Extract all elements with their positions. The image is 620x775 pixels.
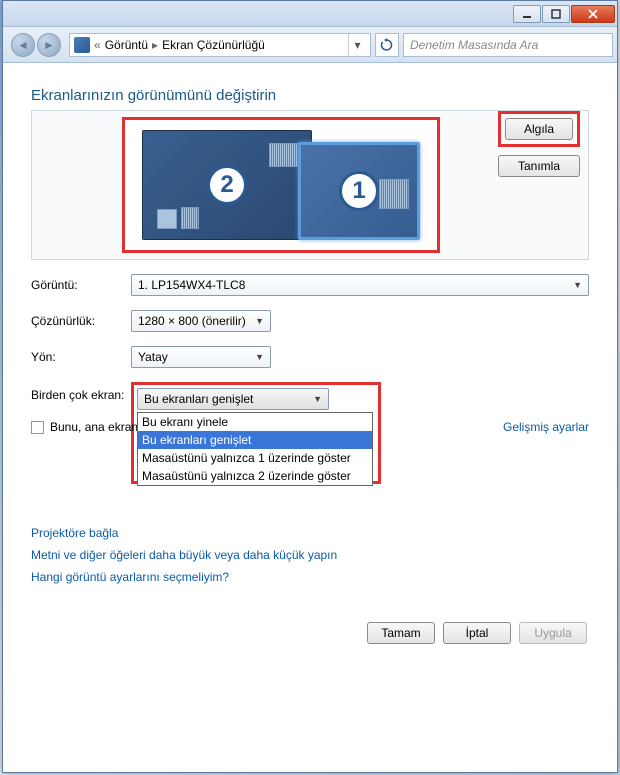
window-thumb-icon [181, 207, 199, 229]
close-button[interactable] [571, 5, 615, 23]
maximize-button[interactable] [542, 5, 570, 23]
label-multiple: Birden çok ekran: [31, 382, 131, 402]
detect-highlight: Algıla [498, 111, 580, 147]
nav-bar: ◄ ► « Görüntü ▸ Ekran Çözünürlüğü ▾ Dene… [3, 27, 617, 63]
monitor-number: 2 [207, 165, 247, 205]
window-thumb-icon [157, 209, 177, 229]
titlebar [3, 1, 617, 27]
window-thumb-icon [269, 143, 299, 167]
chevron-down-icon: ▼ [573, 280, 582, 290]
page-title: Ekranlarınızın görünümünü değiştirin [31, 87, 589, 104]
monitor-arrangement-panel: 2 1 Algıla Tanımla [31, 110, 589, 260]
display-select-value: 1. LP154WX4-TLC8 [138, 278, 245, 292]
primary-display-checkbox[interactable] [31, 421, 44, 434]
identify-button[interactable]: Tanımla [498, 155, 580, 177]
multiple-displays-dropdown: Bu ekranı yinele Bu ekranları genişlet M… [137, 412, 373, 486]
back-button[interactable]: ◄ [11, 33, 35, 57]
breadcrumb-item-display[interactable]: Görüntü [105, 38, 148, 52]
window-thumb-icon [379, 179, 409, 209]
help-links: Projektöre bağla Metni ve diğer öğeleri … [31, 526, 589, 584]
row-display: Görüntü: 1. LP154WX4-TLC8 ▼ [31, 274, 589, 296]
text-size-link[interactable]: Metni ve diğer öğeleri daha büyük veya d… [31, 548, 589, 562]
nav-back-forward: ◄ ► [7, 33, 65, 57]
row-resolution: Çözünürlük: 1280 × 800 (önerilir) ▼ [31, 310, 589, 332]
cancel-button[interactable]: İptal [443, 622, 511, 644]
dropdown-option-extend[interactable]: Bu ekranları genişlet [138, 431, 372, 449]
orientation-select[interactable]: Yatay ▼ [131, 346, 271, 368]
orientation-select-value: Yatay [138, 350, 168, 364]
dialog-actions: Tamam İptal Uygula [31, 622, 589, 644]
dropdown-option-only2[interactable]: Masaüstünü yalnızca 2 üzerinde göster [138, 467, 372, 485]
monitor-1[interactable]: 1 [298, 142, 420, 240]
monitor-2[interactable]: 2 [142, 130, 312, 240]
forward-button[interactable]: ► [37, 33, 61, 57]
breadcrumb-item-resolution[interactable]: Ekran Çözünürlüğü [162, 38, 265, 52]
detect-button[interactable]: Algıla [505, 118, 573, 140]
minimize-button[interactable] [513, 5, 541, 23]
resolution-select-value: 1280 × 800 (önerilir) [138, 314, 246, 328]
label-primary: Bunu, ana ekran [50, 420, 138, 434]
display-select[interactable]: 1. LP154WX4-TLC8 ▼ [131, 274, 589, 296]
refresh-icon [380, 38, 394, 52]
search-placeholder: Denetim Masasında Ara [410, 38, 538, 52]
label-resolution: Çözünürlük: [31, 314, 131, 328]
chevron-down-icon: ▼ [313, 394, 322, 404]
label-orientation: Yön: [31, 350, 131, 364]
breadcrumb-sep: « [94, 38, 101, 52]
window-frame: ◄ ► « Görüntü ▸ Ekran Çözünürlüğü ▾ Dene… [2, 0, 618, 773]
monitor-number: 1 [339, 171, 379, 211]
which-settings-link[interactable]: Hangi görüntü ayarlarını seçmeliyim? [31, 570, 589, 584]
multiple-displays-value: Bu ekranları genişlet [144, 392, 253, 406]
dropdown-option-only1[interactable]: Masaüstünü yalnızca 1 üzerinde göster [138, 449, 372, 467]
search-input[interactable]: Denetim Masasında Ara [403, 33, 613, 57]
monitor-arrangement-highlight: 2 1 [122, 117, 440, 253]
ok-button[interactable]: Tamam [367, 622, 435, 644]
multiple-displays-highlight: Bu ekranları genişlet ▼ Bu ekranı yinele… [131, 382, 381, 484]
dropdown-option-duplicate[interactable]: Bu ekranı yinele [138, 413, 372, 431]
monitor-actions: Algıla Tanımla [498, 111, 580, 177]
refresh-button[interactable] [375, 33, 399, 57]
breadcrumb[interactable]: « Görüntü ▸ Ekran Çözünürlüğü ▾ [69, 33, 371, 57]
multiple-displays-select[interactable]: Bu ekranları genişlet ▼ [137, 388, 329, 410]
projector-link[interactable]: Projektöre bağla [31, 526, 589, 540]
chevron-right-icon: ▸ [152, 38, 158, 52]
chevron-down-icon: ▼ [255, 352, 264, 362]
resolution-select[interactable]: 1280 × 800 (önerilir) ▼ [131, 310, 271, 332]
breadcrumb-dropdown-icon[interactable]: ▾ [348, 34, 366, 56]
content-area: Ekranlarınızın görünümünü değiştirin 2 1… [3, 63, 617, 654]
row-orientation: Yön: Yatay ▼ [31, 346, 589, 368]
control-panel-icon [74, 37, 90, 53]
label-display: Görüntü: [31, 278, 131, 292]
apply-button[interactable]: Uygula [519, 622, 587, 644]
advanced-settings-link[interactable]: Gelişmiş ayarlar [503, 420, 589, 434]
chevron-down-icon: ▼ [255, 316, 264, 326]
